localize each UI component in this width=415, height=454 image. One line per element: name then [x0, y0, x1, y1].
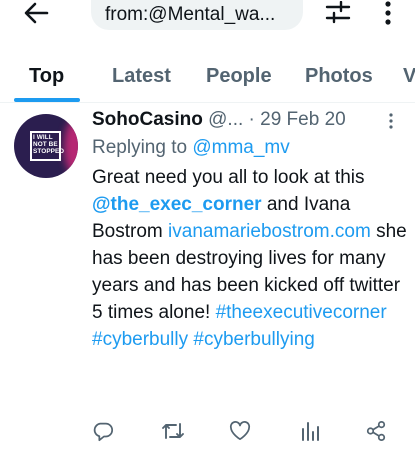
- avatar-glow: [64, 120, 78, 174]
- replying-to: Replying to @mma_mv: [92, 137, 290, 159]
- heart-icon[interactable]: [228, 419, 252, 443]
- share-icon[interactable]: [364, 419, 388, 443]
- tweet-date[interactable]: 29 Feb 20: [260, 109, 346, 130]
- active-tab-indicator: [14, 98, 80, 102]
- author-name[interactable]: SohoCasino: [92, 109, 203, 130]
- avatar[interactable]: I WILL NOT BE STOPPED: [14, 114, 78, 178]
- tab-top[interactable]: Top: [29, 52, 64, 102]
- tab-latest[interactable]: Latest: [112, 52, 171, 102]
- separator-dot: ·: [248, 109, 255, 130]
- replying-to-link[interactable]: @mma_mv: [192, 137, 289, 158]
- tweet-actions: [0, 419, 415, 449]
- hashtag-link[interactable]: #cyberbullying: [193, 329, 314, 350]
- filter-sliders-icon[interactable]: [323, 0, 353, 26]
- reply-icon[interactable]: [91, 419, 115, 443]
- tweet-text-part1: Great need you all to look at this: [92, 167, 365, 188]
- more-vertical-icon[interactable]: [376, 0, 400, 26]
- mention-link[interactable]: @the_exec_corner: [92, 194, 262, 215]
- search-tabs: Top Latest People Photos V: [0, 52, 415, 103]
- tab-people[interactable]: People: [206, 52, 272, 102]
- avatar-text: I WILL NOT BE STOPPED: [33, 134, 65, 155]
- tab-photos[interactable]: Photos: [305, 52, 373, 102]
- author-handle[interactable]: @...: [208, 109, 243, 130]
- hashtag-link[interactable]: #cyberbully: [92, 329, 188, 350]
- search-query: from:@Mental_wa...: [105, 4, 276, 25]
- retweet-icon[interactable]: [161, 419, 185, 443]
- tweet[interactable]: I WILL NOT BE STOPPED SohoCasino @... · …: [0, 103, 415, 454]
- search-input[interactable]: from:@Mental_wa...: [91, 0, 303, 30]
- tweet-more-icon[interactable]: [383, 111, 399, 131]
- bar-chart-icon[interactable]: [298, 419, 322, 443]
- url-link[interactable]: ivanamariebostrom.com: [168, 221, 371, 242]
- tweet-header: SohoCasino @... · 29 Feb 20: [92, 109, 402, 133]
- top-bar: from:@Mental_wa...: [0, 0, 415, 40]
- hashtag-link[interactable]: #theexecutivecorner: [216, 302, 387, 323]
- tab-videos[interactable]: V: [403, 52, 415, 102]
- tweet-text: Great need you all to look at this @the_…: [92, 164, 408, 353]
- back-arrow-icon[interactable]: [18, 0, 54, 26]
- replying-prefix: Replying to: [92, 137, 188, 158]
